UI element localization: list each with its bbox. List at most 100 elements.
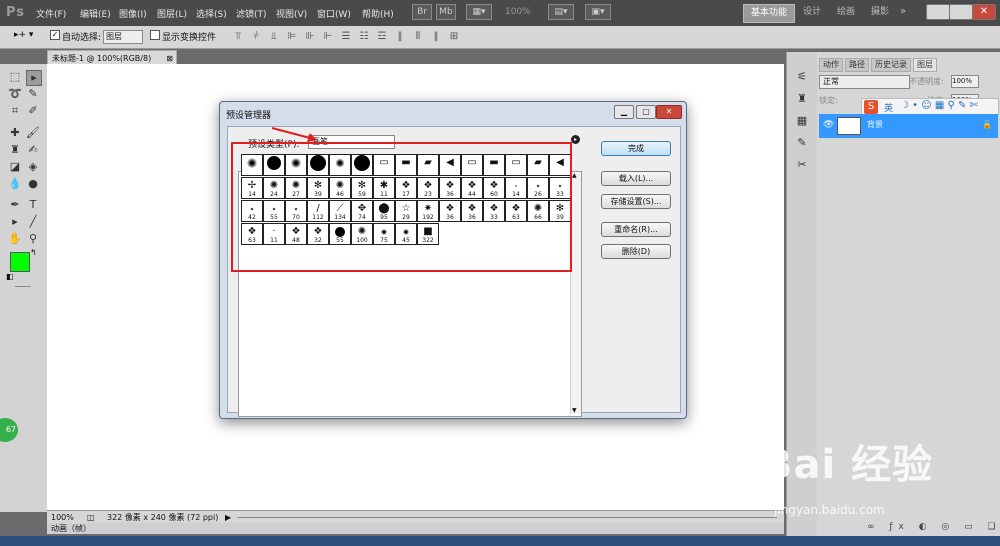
done-button[interactable]: 完成 — [601, 141, 671, 156]
distribute-top-icon[interactable]: ☰ — [340, 31, 352, 43]
default-colors-icon[interactable]: ◧ — [6, 272, 14, 281]
minibridge-icon[interactable]: Mb — [436, 4, 456, 20]
tab-history[interactable]: 历史记录 — [871, 58, 911, 72]
dialog-title: 预设管理器 — [226, 111, 272, 121]
paint-bucket-tool-icon[interactable]: ◈ — [26, 160, 40, 174]
info-panel-icon[interactable]: ▦ — [795, 114, 809, 128]
more-workspaces-icon[interactable]: » — [900, 6, 906, 17]
marquee-tool-icon[interactable]: ⬚ — [8, 70, 22, 84]
zoom-tool-icon[interactable]: ⚲ — [26, 232, 40, 246]
align-vcenter-icon[interactable]: ⫩ — [250, 31, 262, 43]
eyedropper-tool-icon[interactable]: ✐ — [26, 104, 40, 118]
dodge-tool-icon[interactable]: ● — [26, 177, 40, 191]
layer-name[interactable]: 背景 — [867, 119, 883, 130]
eraser-tool-icon[interactable]: ◪ — [8, 160, 22, 174]
menu-select[interactable]: 选择(S) — [196, 7, 227, 20]
scroll-down-icon[interactable]: ▼ — [572, 407, 577, 414]
align-top-icon[interactable]: ⫪ — [232, 31, 244, 43]
horizontal-scrollbar[interactable] — [237, 517, 777, 518]
opacity-field[interactable]: 100% — [951, 75, 979, 88]
sogou-icon[interactable]: S — [864, 100, 878, 114]
workspace-painting[interactable]: 绘画 — [832, 4, 860, 21]
dialog-minimize-icon[interactable]: ▁ — [614, 105, 634, 119]
menu-layer[interactable]: 图层(L) — [157, 7, 187, 20]
blend-mode-dropdown[interactable]: 正常 — [819, 75, 910, 89]
blur-tool-icon[interactable]: 💧 — [8, 177, 22, 191]
workspace-photography[interactable]: 摄影 — [866, 4, 894, 21]
auto-select-checkbox[interactable]: ✓ — [50, 30, 60, 41]
workspace-design[interactable]: 设计 — [798, 4, 826, 21]
healing-brush-tool-icon[interactable]: ✚ — [8, 126, 22, 140]
crop-tool-icon[interactable]: ⌗ — [8, 104, 22, 118]
animation-panel-tab[interactable]: 动画（帧） — [47, 523, 784, 534]
lock-icon: 🔒 — [982, 120, 992, 129]
restore-icon[interactable]: ❐ — [949, 4, 973, 20]
tab-paths[interactable]: 路径 — [845, 58, 869, 72]
preset-menu-icon[interactable]: ▸ — [571, 135, 580, 144]
menu-window[interactable]: 窗口(W) — [317, 7, 351, 20]
annotation-arrow-icon — [271, 127, 317, 142]
menu-view[interactable]: 视图(V) — [276, 7, 307, 20]
brush-tool-icon[interactable]: 🖌 — [26, 126, 40, 140]
auto-align-icon[interactable]: ⊞ — [448, 31, 460, 43]
layer-row[interactable]: 👁 背景 🔒 — [819, 114, 998, 138]
bridge-icon[interactable]: Br — [412, 4, 432, 20]
menu-file[interactable]: 文件(F) — [36, 7, 66, 20]
adjust-panel-icon[interactable]: ⚟ — [795, 70, 809, 84]
save-settings-button[interactable]: 存储设置(S)... — [601, 194, 671, 209]
screen-mode-icon[interactable]: ▣▾ — [585, 4, 611, 20]
taskbar — [0, 536, 1000, 546]
tab-actions[interactable]: 动作 — [819, 58, 843, 72]
delete-button[interactable]: 删除(D) — [601, 244, 671, 259]
path-select-tool-icon[interactable]: ▸ — [8, 215, 22, 229]
show-transform-checkbox[interactable] — [150, 30, 160, 41]
hand-tool-icon[interactable]: ✋ — [8, 232, 22, 246]
move-tool-icon[interactable]: ▸ — [26, 70, 42, 86]
layer-panel-footer-icons[interactable]: ∞ ƒx ◐ ◎ ▭ ❏ 🗑 — [817, 522, 1000, 536]
load-button[interactable]: 载入(L)... — [601, 171, 671, 186]
auto-select-dropdown[interactable]: 图层 — [103, 30, 143, 44]
align-hcenter-icon[interactable]: ⊪ — [304, 31, 316, 43]
move-tool-preset-icon[interactable]: ▸+ ▾ — [14, 30, 33, 40]
lasso-tool-icon[interactable]: ➰ — [8, 87, 22, 101]
align-bottom-icon[interactable]: ⫫ — [268, 31, 280, 43]
distribute-vcenter-icon[interactable]: ☷ — [358, 31, 370, 43]
view-extras-icon[interactable]: ▦▾ — [466, 4, 492, 20]
brush-preset-icon[interactable]: ✎ — [795, 136, 809, 150]
type-tool-icon[interactable]: T — [26, 198, 40, 212]
ime-mode-label[interactable]: 英 — [884, 101, 893, 114]
scroll-up-icon[interactable]: ▲ — [572, 172, 577, 179]
clone-stamp-tool-icon[interactable]: ♜ — [8, 143, 22, 157]
minimize-icon[interactable]: ▁ — [926, 4, 950, 20]
arrange-documents-icon[interactable]: ▤▾ — [548, 4, 574, 20]
menu-edit[interactable]: 编辑(E) — [80, 7, 111, 20]
align-right-icon[interactable]: ⊩ — [322, 31, 334, 43]
distribute-bottom-icon[interactable]: ☲ — [376, 31, 388, 43]
workspace-essentials[interactable]: 基本功能 — [743, 4, 795, 23]
tool-preset-icon[interactable]: ✂ — [795, 158, 809, 172]
close-icon[interactable]: ✕ — [972, 4, 996, 20]
tab-layers[interactable]: 图层 — [913, 58, 937, 72]
pen-tool-icon[interactable]: ✒ — [8, 198, 22, 212]
zoom-level[interactable]: 100% — [505, 7, 531, 17]
quick-select-tool-icon[interactable]: ✎ — [26, 87, 40, 101]
quick-mask-icon[interactable] — [15, 286, 31, 287]
dialog-close-icon[interactable]: ✕ — [656, 105, 682, 119]
foreground-color-swatch[interactable] — [10, 252, 30, 272]
menu-help[interactable]: 帮助(H) — [362, 7, 394, 20]
align-left-icon[interactable]: ⊫ — [286, 31, 298, 43]
line-tool-icon[interactable]: ╱ — [26, 215, 40, 229]
menu-image[interactable]: 图像(I) — [119, 7, 147, 20]
distribute-left-icon[interactable]: ‖ — [394, 31, 406, 43]
clone-source-icon[interactable]: ♜ — [795, 92, 809, 106]
distribute-hcenter-icon[interactable]: ⦀ — [412, 31, 424, 43]
distribute-right-icon[interactable]: ‖ — [430, 31, 442, 43]
ime-icons[interactable]: ☽ • ☺ ▦ ⚲ ✎ ✄ — [900, 100, 978, 111]
swap-colors-icon[interactable]: ↰ — [30, 248, 37, 257]
rename-button[interactable]: 重命名(R)... — [601, 222, 671, 237]
history-brush-tool-icon[interactable]: ✍ — [26, 143, 40, 157]
options-bar: ▸+ ▾ ✓ 自动选择: 图层 显示变换控件 ⫪ ⫩ ⫫ ⊫ ⊪ ⊩ ☰ ☷ ☲… — [0, 26, 1000, 49]
visibility-eye-icon[interactable]: 👁 — [823, 120, 834, 130]
dialog-maximize-icon[interactable]: ▢ — [636, 105, 656, 119]
menu-filter[interactable]: 滤镜(T) — [236, 7, 267, 20]
